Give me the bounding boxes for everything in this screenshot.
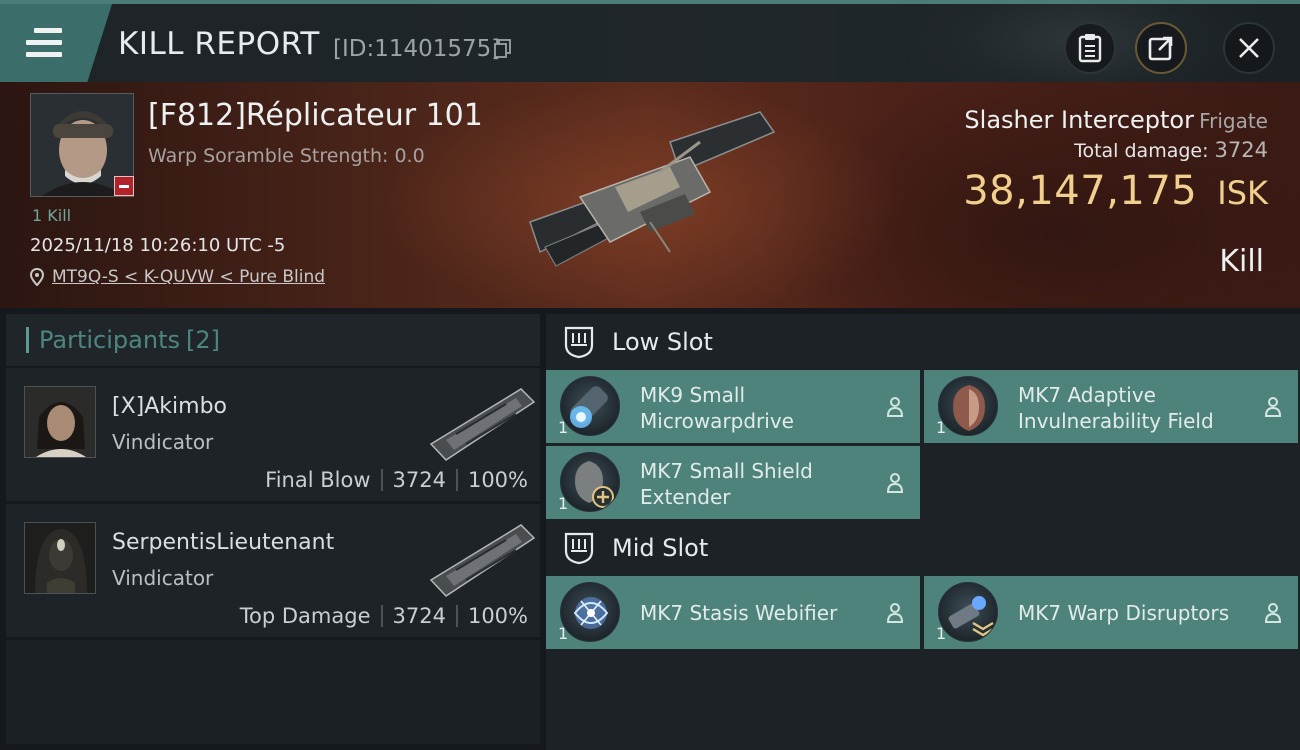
close-icon (1239, 38, 1259, 58)
participant-role: Final Blow (265, 468, 371, 492)
kill-datetime: 2025/11/18 10:26:10 UTC -5 (30, 235, 286, 256)
low-slot-label: Low Slot (612, 328, 713, 356)
user-icon[interactable] (886, 396, 904, 418)
divider (455, 469, 458, 491)
microwarpdrive-icon (560, 376, 620, 436)
participant-stats: Top Damage 3724 100% (240, 604, 528, 628)
invulnerability-field-icon (938, 376, 998, 436)
slot-shield-icon (564, 532, 594, 565)
participant-damage: 3724 (392, 604, 446, 628)
page-title: KILL REPORT (118, 26, 320, 62)
module-quantity: 1 (558, 624, 569, 643)
module-item[interactable]: 1 MK7 Warp Disruptors (924, 576, 1298, 649)
participants-panel: Participants [2] [X]Akimbo Vindicator Fi… (6, 314, 540, 744)
participant-ship: Vindicator (112, 566, 214, 590)
module-name: MK7 Warp Disruptors (1018, 601, 1230, 625)
total-damage-label: Total damage: (1074, 140, 1209, 162)
module-name: MK7 Stasis Webifier (640, 601, 838, 625)
user-icon[interactable] (886, 472, 904, 494)
module-item[interactable]: 1 MK7 Adaptive Invulnerability Field (924, 370, 1298, 443)
total-damage-value: 3724 (1214, 138, 1268, 162)
header-accent-bar (26, 327, 29, 353)
user-icon[interactable] (1264, 602, 1282, 624)
slot-shield-icon (564, 326, 594, 359)
ship-info: Slasher Interceptor Frigate Total damage… (963, 106, 1268, 214)
module-quantity: 1 (558, 418, 569, 437)
participant-ship-image (429, 388, 536, 461)
mid-slot-header: Mid Slot (562, 528, 708, 568)
ship-class: Frigate (1199, 109, 1268, 133)
warp-disruptor-icon (938, 582, 998, 642)
close-button[interactable] (1223, 22, 1275, 74)
module-name: MK9 Small Microwarpdrive (640, 383, 794, 433)
menu-icon (26, 28, 62, 58)
shield-extender-icon (560, 452, 620, 512)
divider (380, 605, 383, 627)
participant-percent: 100% (467, 604, 528, 628)
module-item[interactable]: 1 MK7 Stasis Webifier (546, 576, 920, 649)
user-icon[interactable] (1264, 396, 1282, 418)
participant-row[interactable]: [X]Akimbo Vindicator Final Blow 3724 100… (6, 368, 540, 504)
participants-count: [2] (185, 326, 220, 354)
menu-button[interactable] (0, 4, 112, 82)
share-icon (1148, 36, 1173, 61)
report-id: [ID:11401575] (333, 36, 501, 62)
kill-banner: [F812]Réplicateur 101 Warp Soramble Stre… (0, 82, 1300, 308)
participant-ship-image (429, 524, 536, 597)
participant-role: Top Damage (239, 604, 371, 628)
module-quantity: 1 (936, 418, 947, 437)
participant-name[interactable]: [X]Akimbo (112, 394, 227, 419)
participant-ship: Vindicator (112, 430, 214, 454)
isk-unit: ISK (1217, 174, 1268, 212)
user-icon[interactable] (886, 602, 904, 624)
warp-scramble-strength: Warp Soramble Strength: 0.0 (148, 145, 425, 167)
participant-name[interactable]: SerpentisLieutenant (112, 530, 334, 555)
ship-image (529, 111, 776, 267)
fitting-panel: Low Slot 1 MK9 Small Microwarpdrive 1 MK… (546, 314, 1300, 750)
location-link[interactable]: MT9Q-S < K-QUVW < Pure Blind (52, 267, 325, 287)
copy-icon[interactable] (494, 39, 512, 59)
divider (455, 605, 458, 627)
clipboard-button[interactable] (1064, 22, 1116, 74)
module-quantity: 1 (558, 494, 569, 513)
participants-header: Participants [2] (6, 314, 540, 368)
clipboard-icon (1078, 34, 1102, 63)
ship-name[interactable]: Slasher Interceptor (964, 106, 1194, 134)
participant-percent: 100% (467, 468, 528, 492)
stasis-webifier-icon (560, 582, 620, 642)
divider (380, 469, 383, 491)
module-name: MK7 Adaptive Invulnerability Field (1018, 383, 1214, 433)
module-name: MK7 Small Shield Extender (640, 459, 813, 509)
isk-value: 38,147,175 (963, 168, 1198, 214)
participant-avatar (24, 386, 96, 458)
share-button[interactable] (1135, 22, 1187, 74)
module-item[interactable]: 1 MK9 Small Microwarpdrive (546, 370, 920, 443)
header-bar: KILL REPORT [ID:11401575] (0, 0, 1300, 82)
victim-name[interactable]: [F812]Réplicateur 101 (148, 98, 483, 133)
location-row[interactable]: MT9Q-S < K-QUVW < Pure Blind (30, 267, 325, 287)
participant-avatar (24, 522, 96, 594)
status-badge (114, 176, 134, 196)
mid-slot-label: Mid Slot (612, 534, 709, 562)
participants-label: Participants (39, 326, 180, 354)
kill-count: 1 Kill (32, 206, 72, 225)
participant-row[interactable]: SerpentisLieutenant Vindicator Top Damag… (6, 504, 540, 640)
low-slot-header: Low Slot (562, 322, 713, 362)
participant-stats: Final Blow 3724 100% (265, 468, 528, 492)
participant-damage: 3724 (392, 468, 446, 492)
module-quantity: 1 (936, 624, 947, 643)
result-label: Kill (1219, 244, 1264, 279)
module-item[interactable]: 1 MK7 Small Shield Extender (546, 446, 920, 519)
location-pin-icon (30, 268, 44, 286)
